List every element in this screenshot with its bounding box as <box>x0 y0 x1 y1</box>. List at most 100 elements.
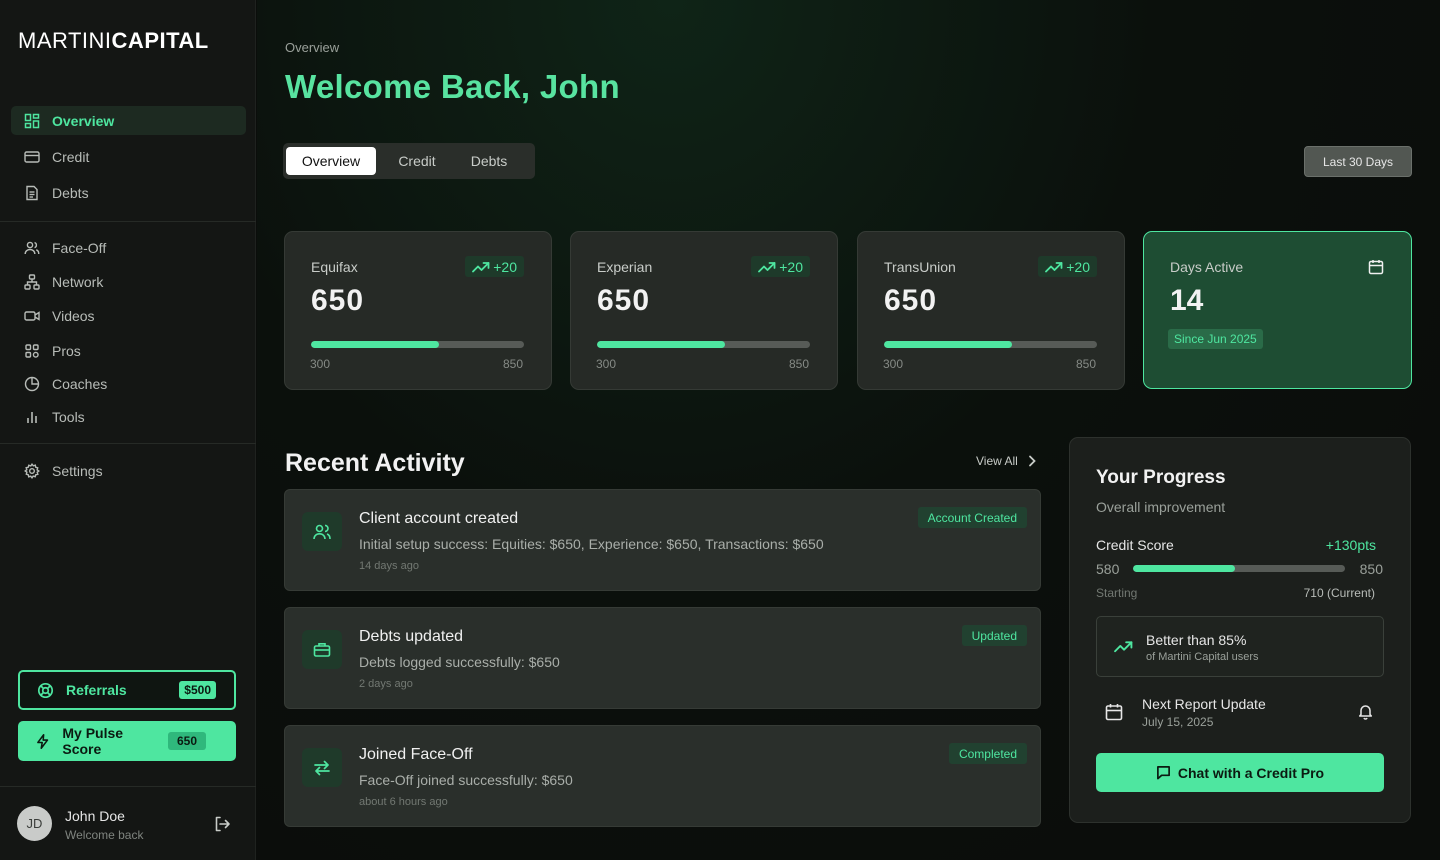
activity-title: Joined Face-Off <box>359 746 473 763</box>
pulse-score-button[interactable]: My Pulse Score 650 <box>18 721 236 761</box>
message-icon <box>1156 766 1170 780</box>
days-active-card[interactable]: Days Active 14 Since Jun 2025 <box>1143 231 1412 389</box>
ranking-box: Better than 85% of Martini Capital users <box>1096 616 1384 677</box>
activity-time: 14 days ago <box>359 560 419 572</box>
sidebar-item-tools[interactable]: Tools <box>11 402 246 431</box>
date-range-button[interactable]: Last 30 Days <box>1304 146 1412 177</box>
progress-max: 850 <box>1359 561 1383 577</box>
avatar[interactable]: JD <box>17 806 52 841</box>
score-min: 300 <box>310 357 331 371</box>
activity-description: Face-Off joined successfully: $650 <box>359 772 573 788</box>
brand-logo[interactable]: MARTINICAPITAL <box>18 28 209 54</box>
calendar-icon <box>1105 704 1123 721</box>
trending-up-icon <box>1045 261 1063 272</box>
sidebar-item-label: Face-Off <box>52 239 107 256</box>
activity-item[interactable]: Joined Face-Off Face-Off joined successf… <box>284 725 1041 827</box>
ranking-text: Better than 85% <box>1146 632 1247 648</box>
sidebar-item-label: Network <box>52 273 104 290</box>
lifebuoy-icon <box>37 682 54 698</box>
sidebar-item-label: Tools <box>52 408 85 425</box>
sidebar-item-pros[interactable]: Pros <box>11 336 246 365</box>
trending-up-icon <box>1114 641 1133 653</box>
starting-label: Starting <box>1096 586 1138 600</box>
sidebar-item-videos[interactable]: Videos <box>11 301 246 330</box>
user-profile: JD John Doe Welcome back <box>0 786 256 860</box>
logout-icon[interactable] <box>213 815 231 833</box>
user-subtitle: Welcome back <box>65 828 144 842</box>
score-delta-badge: +20 <box>465 256 524 277</box>
score-value: 650 <box>597 284 651 317</box>
tab-credit[interactable]: Credit <box>383 147 451 175</box>
sidebar-item-label: Debts <box>52 184 89 201</box>
progress-card: Your Progress Overall improvement Credit… <box>1069 437 1411 823</box>
progress-min: 580 <box>1096 561 1120 577</box>
sidebar-item-debts[interactable]: Debts <box>11 178 246 207</box>
bureau-name: TransUnion <box>884 259 956 275</box>
score-progress-bar <box>597 341 810 348</box>
next-report-label: Next Report Update <box>1142 696 1266 712</box>
days-active-value: 14 <box>1170 284 1204 317</box>
pros-icon <box>25 343 39 358</box>
sidebar-item-overview[interactable]: Overview <box>11 106 246 135</box>
ranking-subtext: of Martini Capital users <box>1146 651 1259 663</box>
sidebar-item-credit[interactable]: Credit <box>11 142 246 171</box>
sidebar-item-label: Coaches <box>52 375 108 392</box>
score-value: 650 <box>884 284 938 317</box>
activity-title: Client account created <box>359 510 519 527</box>
trending-up-icon <box>758 261 776 272</box>
activity-item[interactable]: Client account created Initial setup suc… <box>284 489 1041 591</box>
sidebar-item-coaches[interactable]: Coaches <box>11 369 246 398</box>
score-max: 850 <box>502 357 523 371</box>
sidebar-item-label: Overview <box>52 112 115 129</box>
score-max: 850 <box>1075 357 1096 371</box>
chevron-right-icon <box>1028 455 1036 467</box>
sidebar-item-label: Pros <box>52 342 81 359</box>
swap-icon <box>302 748 342 787</box>
score-max: 850 <box>788 357 809 371</box>
bell-icon[interactable] <box>1357 703 1374 720</box>
status-badge: Completed <box>948 743 1027 764</box>
activity-item[interactable]: Debts updated Debts logged successfully:… <box>284 607 1041 709</box>
sidebar-item-face-off[interactable]: Face-Off <box>11 233 246 262</box>
users-icon <box>302 512 342 551</box>
bureau-name: Experian <box>597 259 653 275</box>
activity-time: 2 days ago <box>359 678 413 690</box>
days-active-label: Days Active <box>1170 259 1244 275</box>
chat-credit-pro-button[interactable]: Chat with a Credit Pro <box>1096 753 1384 792</box>
score-min: 300 <box>883 357 904 371</box>
status-badge: Account Created <box>917 507 1027 528</box>
sidebar-item-label: Videos <box>52 307 95 324</box>
score-min: 300 <box>596 357 617 371</box>
score-card-transunion[interactable]: TransUnion +20 650 300 850 <box>857 231 1125 390</box>
bureau-name: Equifax <box>311 259 358 275</box>
trending-up-icon <box>472 261 490 272</box>
sidebar: MARTINICAPITAL Overview Credit Debts Fac… <box>0 0 256 860</box>
sidebar-item-network[interactable]: Network <box>11 267 246 296</box>
recent-activity-title: Recent Activity <box>285 449 465 477</box>
sidebar-item-label: Credit <box>52 148 90 165</box>
referrals-label: Referrals <box>66 682 127 698</box>
referrals-button[interactable]: Referrals $500 <box>18 670 236 710</box>
sidebar-item-label: Settings <box>52 462 103 479</box>
pulse-score-label: My Pulse Score <box>62 725 124 757</box>
pulse-score-badge: 650 <box>167 732 206 750</box>
score-progress-bar <box>311 341 524 348</box>
score-delta-badge: +20 <box>751 256 810 277</box>
main-content: Overview Welcome Back, John Overview Cre… <box>257 0 1440 860</box>
activity-time: about 6 hours ago <box>359 796 448 808</box>
gear-icon <box>24 462 40 479</box>
tab-debts[interactable]: Debts <box>455 147 523 175</box>
status-badge: Updated <box>961 625 1027 646</box>
briefcase-icon <box>302 630 342 669</box>
score-card-experian[interactable]: Experian +20 650 300 850 <box>570 231 838 390</box>
video-icon <box>24 310 40 321</box>
bar-icon <box>27 411 37 423</box>
tab-overview[interactable]: Overview <box>286 147 376 175</box>
tab-bar: Overview Credit Debts <box>283 143 535 179</box>
sidebar-item-settings[interactable]: Settings <box>11 456 246 485</box>
activity-description: Initial setup success: Equities: $650, E… <box>359 536 824 552</box>
progress-bar <box>1133 565 1345 572</box>
view-all-link[interactable]: View All <box>976 454 1036 468</box>
next-report-date: July 15, 2025 <box>1142 715 1214 729</box>
score-card-equifax[interactable]: Equifax +20 650 300 850 <box>284 231 552 390</box>
